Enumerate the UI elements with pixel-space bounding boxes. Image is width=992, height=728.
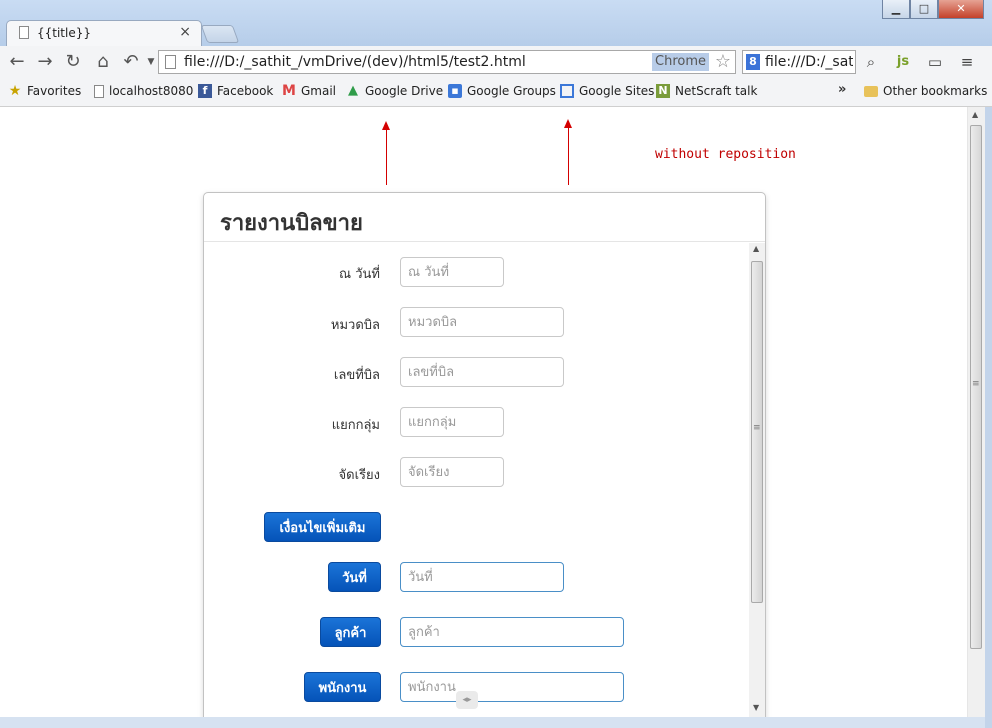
group-by-input[interactable] <box>400 407 504 437</box>
employee-input[interactable] <box>400 672 624 702</box>
forward-arrow-icon[interactable]: → <box>34 51 56 73</box>
bookmark-label: Facebook <box>217 84 274 98</box>
page-viewport: without reposition รายงานบิลขาย ณ วันที่… <box>0 107 992 728</box>
window-controls: ▁ □ ✕ <box>882 0 984 19</box>
chrome-badge: Chrome <box>652 53 709 71</box>
google-sites-icon <box>560 84 574 98</box>
annotation-arrow <box>386 129 387 185</box>
bookmark-netscraft[interactable]: N NetScraft talk <box>656 84 757 98</box>
bookmark-label: Other bookmarks <box>883 84 988 98</box>
bookmark-label: Gmail <box>301 84 337 98</box>
date-input[interactable] <box>400 562 564 592</box>
folder-icon <box>864 85 878 97</box>
field-label-sort-by: จัดเรียง <box>338 468 380 483</box>
more-conditions-button[interactable]: เงื่อนไขเพิ่มเติม <box>264 512 381 542</box>
window-frame-edge <box>985 107 992 728</box>
sort-by-input[interactable] <box>400 457 504 487</box>
bookmark-facebook[interactable]: f Facebook <box>198 84 273 98</box>
window-frame-bottom <box>0 717 985 728</box>
customer-button[interactable]: ลูกค้า <box>320 617 381 647</box>
bookmark-label: localhost8080 <box>109 84 194 98</box>
star-icon: ★ <box>8 83 22 99</box>
google-search-icon[interactable]: 8 <box>746 54 760 70</box>
bookmark-other[interactable]: Other bookmarks <box>864 84 987 98</box>
report-dialog: รายงานบิลขาย ณ วันที่ หมวดบิล เลขที่บิล … <box>203 192 766 728</box>
new-tab-button[interactable] <box>200 25 240 43</box>
annotation-text: without reposition <box>655 147 796 162</box>
resize-handle-icon[interactable]: ◂▸ <box>456 691 478 709</box>
dialog-scrollbar[interactable]: ▲ ≡ ▼ <box>749 243 765 717</box>
bookmark-label: Google Drive <box>365 84 444 98</box>
scroll-down-arrow-icon[interactable]: ▼ <box>753 703 759 712</box>
js-extension-icon[interactable]: js <box>892 52 914 72</box>
close-window-button[interactable]: ✕ <box>938 0 984 19</box>
back-arrow-icon[interactable]: ← <box>6 51 28 73</box>
page-icon <box>19 26 29 39</box>
bookmark-label: Google Sites <box>579 84 655 98</box>
employee-button[interactable]: พนักงาน <box>304 672 381 702</box>
scroll-up-arrow-icon[interactable]: ▲ <box>753 244 759 253</box>
search-box[interactable]: 8 file:///D:/_sat <box>742 50 856 74</box>
browser-toolbar: ← → ↻ ⌂ ↶ ▼ file:///D:/_sathit_/vmDrive/… <box>0 46 992 79</box>
customer-input[interactable] <box>400 617 624 647</box>
facebook-icon: f <box>198 84 212 98</box>
dialog-title: รายงานบิลขาย <box>220 211 363 236</box>
field-label-bill-number: เลขที่บิล <box>333 368 380 383</box>
page-icon <box>165 55 176 69</box>
url-text[interactable]: file:///D:/_sathit_/vmDrive/(dev)/html5/… <box>184 54 526 70</box>
bookmark-google-drive[interactable]: ▲ Google Drive <box>346 83 444 99</box>
fullscreen-icon[interactable]: ▭ <box>924 52 946 72</box>
field-label-as-of-date: ณ วันที่ <box>339 267 380 282</box>
bookmark-localhost[interactable]: localhost8080 <box>94 84 193 98</box>
field-label-group-by: แยกกลุ่ม <box>331 418 380 433</box>
search-text[interactable]: file:///D:/_sat <box>765 54 853 70</box>
scroll-grip-icon: ≡ <box>753 423 761 433</box>
netscraft-icon: N <box>656 84 670 98</box>
as-of-date-input[interactable] <box>400 257 504 287</box>
dialog-divider <box>204 241 765 242</box>
page-scrollbar[interactable]: ▲ ≡ <box>967 107 985 717</box>
menu-icon[interactable]: ≡ <box>956 52 978 72</box>
bookmark-gmail[interactable]: M Gmail <box>282 84 336 98</box>
bookmark-star-icon[interactable]: ☆ <box>715 51 731 72</box>
reload-icon[interactable]: ↻ <box>62 51 84 73</box>
page-icon <box>94 84 104 98</box>
gmail-icon: M <box>282 83 296 99</box>
annotation-arrow <box>568 127 569 185</box>
address-bar[interactable]: file:///D:/_sathit_/vmDrive/(dev)/html5/… <box>158 50 736 74</box>
scroll-up-arrow-icon[interactable]: ▲ <box>972 110 978 119</box>
annotation-arrowhead <box>382 121 390 130</box>
close-tab-icon[interactable]: × <box>179 24 191 40</box>
date-button[interactable]: วันที่ <box>328 562 381 592</box>
google-groups-icon: ▪ <box>448 84 462 98</box>
bill-number-input[interactable] <box>400 357 564 387</box>
home-icon[interactable]: ⌂ <box>92 51 114 73</box>
bill-category-input[interactable] <box>400 307 564 337</box>
bookmark-label: NetScraft talk <box>675 84 758 98</box>
bookmark-google-sites[interactable]: Google Sites <box>560 84 654 98</box>
browser-tab[interactable]: {{title}} × <box>6 20 202 46</box>
search-icon[interactable]: ⌕ <box>860 52 882 72</box>
bookmark-label: Google Groups <box>467 84 556 98</box>
maximize-button[interactable]: □ <box>910 0 938 19</box>
bookmark-label: Favorites <box>27 84 82 98</box>
bookmark-google-groups[interactable]: ▪ Google Groups <box>448 84 556 98</box>
bookmark-favorites[interactable]: ★ Favorites <box>8 83 82 99</box>
annotation-arrowhead <box>564 119 572 128</box>
scroll-grip-icon: ≡ <box>972 379 980 389</box>
minimize-button[interactable]: ▁ <box>882 0 910 19</box>
undo-icon[interactable]: ↶ <box>120 51 142 73</box>
window-titlebar: ▁ □ ✕ {{title}} × <box>0 0 992 46</box>
bookmarks-bar: ★ Favorites localhost8080 f Facebook M G… <box>0 78 992 107</box>
google-drive-icon: ▲ <box>348 83 358 98</box>
field-label-bill-category: หมวดบิล <box>330 318 380 333</box>
tab-title: {{title}} <box>37 26 91 40</box>
more-bookmarks-chevron[interactable]: » <box>838 82 846 97</box>
